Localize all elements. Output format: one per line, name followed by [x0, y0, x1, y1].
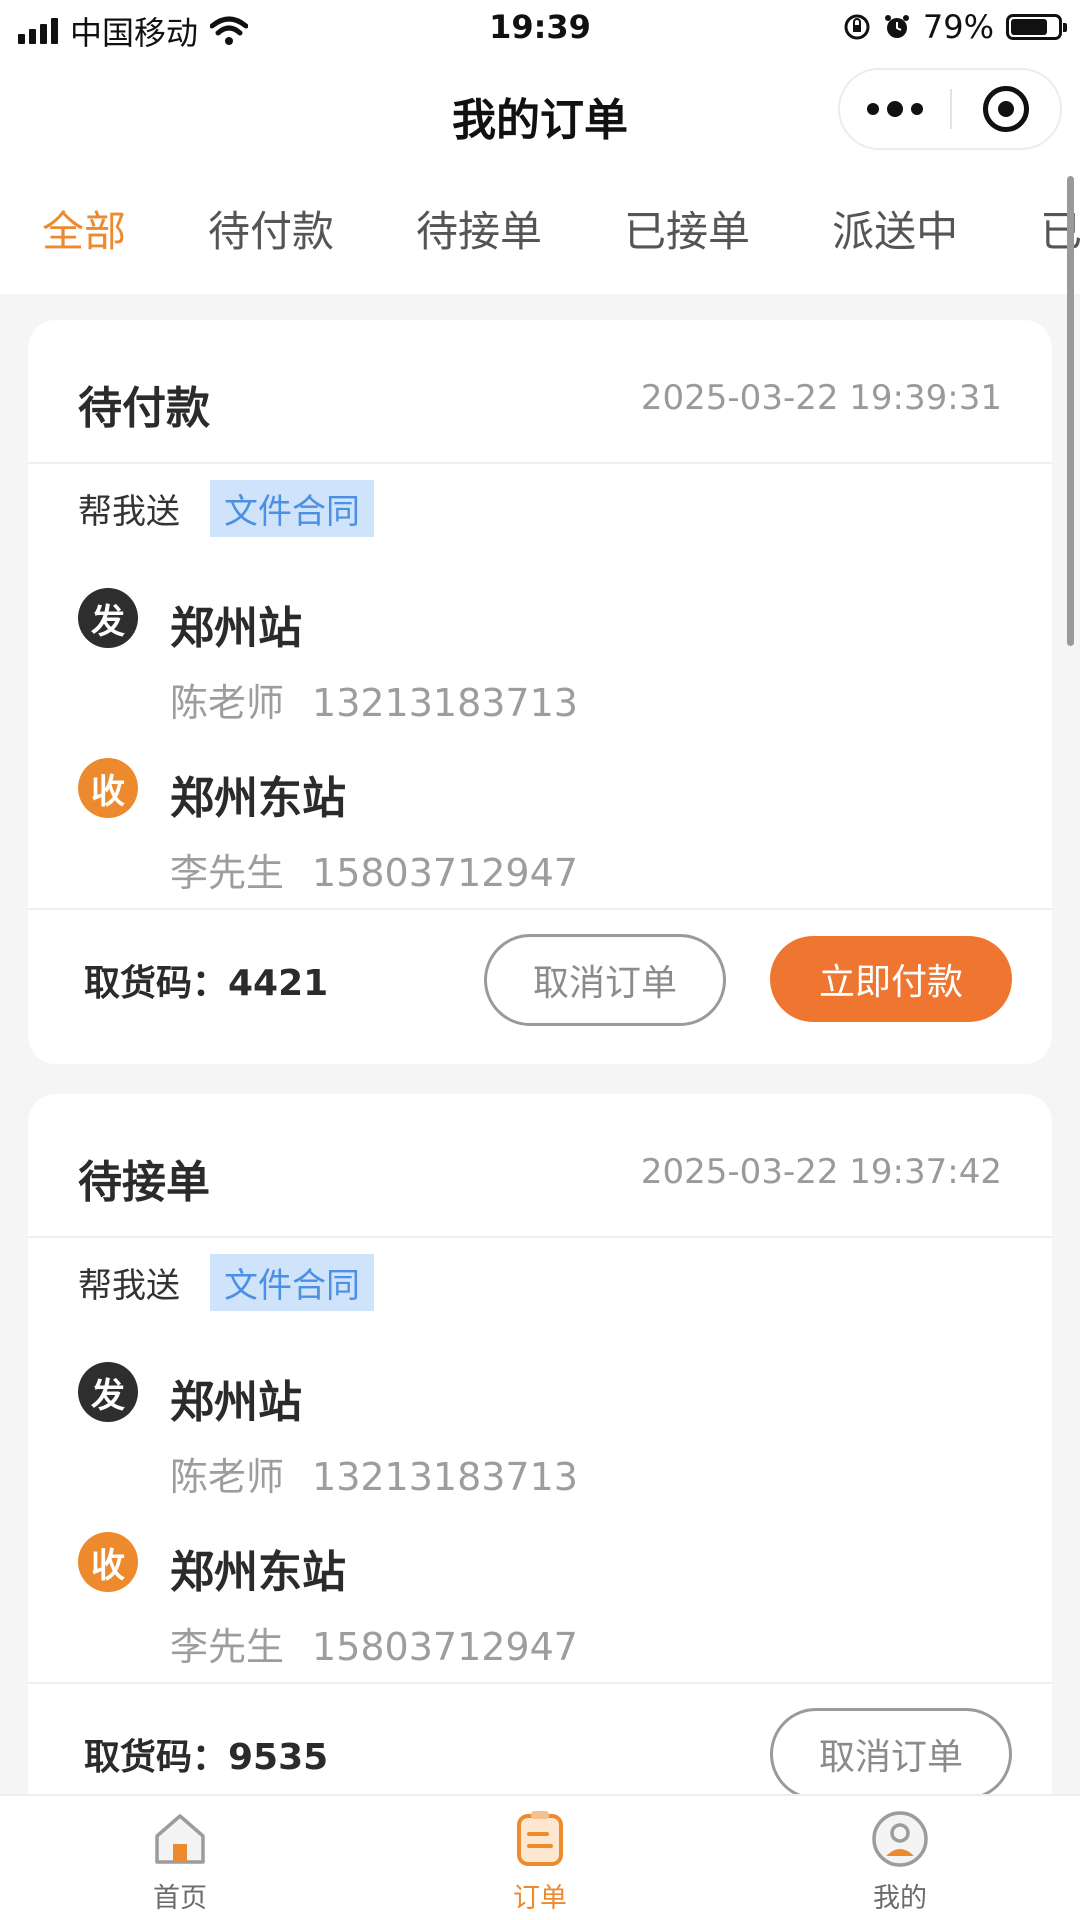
order-card[interactable]: 待接单 2025-03-22 19:37:42 帮我送 文件合同 发 郑州站 陈… [28, 1094, 1052, 1874]
sender-phone: 13213183713 [312, 1455, 578, 1499]
order-card-header: 待接单 2025-03-22 19:37:42 [28, 1094, 1052, 1238]
receiver-name: 李先生 [170, 1625, 285, 1669]
more-dot-icon [887, 101, 903, 117]
tabbar-label-orders: 订单 [513, 1883, 567, 1914]
cancel-order-button[interactable]: 取消订单 [484, 934, 726, 1026]
more-dot-icon [911, 103, 923, 115]
sender-station: 郑州站 [170, 603, 302, 654]
more-dot-icon [867, 103, 879, 115]
receiver-phone: 15803712947 [312, 1625, 578, 1669]
navigation-bar: 我的订单 [0, 56, 1080, 162]
sender-contact: 陈老师 13213183713 [170, 672, 578, 727]
order-status: 待接单 [78, 1157, 210, 1208]
mini-program-capsule [838, 68, 1062, 150]
tab-pending-accept[interactable]: 待接单 [416, 198, 542, 259]
receiver-phone: 15803712947 [312, 851, 578, 895]
tabbar-item-profile[interactable]: 我的 [720, 1796, 1080, 1920]
receiver-station: 郑州东站 [170, 1547, 346, 1598]
tab-delivering[interactable]: 派送中 [832, 198, 958, 259]
sender-station: 郑州站 [170, 1377, 302, 1428]
tab-pending-payment[interactable]: 待付款 [208, 198, 334, 259]
close-mini-program-button[interactable] [952, 70, 1060, 148]
pickup-code: 取货码：4421 [84, 963, 329, 1004]
tabbar-item-orders[interactable]: 订单 [360, 1796, 720, 1920]
status-bar: 中国移动 19:39 79% [0, 0, 1080, 56]
order-list-page: 中国移动 19:39 79% 我的订单 全部 待付款 待接单 已接单 派送中 已… [0, 0, 1080, 1920]
receiver-contact: 李先生 15803712947 [170, 842, 578, 897]
battery-level [1011, 19, 1048, 35]
service-type: 帮我送 [78, 492, 180, 532]
alarm-icon [884, 15, 909, 38]
sender-contact: 陈老师 13213183713 [170, 1446, 578, 1501]
pickup-code: 取货码：9535 [84, 1737, 329, 1778]
profile-icon [872, 1811, 928, 1867]
rotation-lock-icon [844, 14, 870, 40]
target-icon [983, 86, 1029, 132]
tab-completed-partial[interactable]: 已 [1040, 198, 1080, 259]
status-right: 79% [843, 8, 1067, 46]
scrollbar[interactable] [1067, 176, 1074, 646]
receiver-badge-icon: 收 [78, 758, 138, 818]
battery-icon [1006, 14, 1067, 40]
order-card[interactable]: 待付款 2025-03-22 19:39:31 帮我送 文件合同 发 郑州站 陈… [28, 320, 1052, 1064]
sender-phone: 13213183713 [312, 681, 578, 725]
home-icon [155, 1814, 205, 1864]
receiver-badge-icon: 收 [78, 1532, 138, 1592]
cancel-order-button[interactable]: 取消订单 [770, 1708, 1012, 1800]
service-row: 帮我送 文件合同 [78, 480, 374, 537]
service-row: 帮我送 文件合同 [78, 1254, 374, 1311]
receiver-contact: 李先生 15803712947 [170, 1616, 578, 1671]
battery-percent: 79% [922, 8, 994, 46]
sender-badge-icon: 发 [78, 1362, 138, 1422]
order-icon [517, 1811, 563, 1866]
tabbar-label-home: 首页 [153, 1883, 207, 1914]
service-type: 帮我送 [78, 1266, 180, 1306]
tab-all[interactable]: 全部 [42, 198, 126, 259]
tabbar-label-profile: 我的 [873, 1883, 927, 1914]
more-button[interactable] [840, 70, 950, 148]
tab-accepted[interactable]: 已接单 [624, 198, 750, 259]
order-status-tabs: 全部 待付款 待接单 已接单 派送中 已 [0, 162, 1080, 294]
sender-badge-icon: 发 [78, 588, 138, 648]
bottom-tab-bar: 首页 订单 我的 [0, 1794, 1080, 1920]
item-tag: 文件合同 [210, 480, 374, 537]
order-time: 2025-03-22 19:39:31 [640, 378, 1002, 418]
order-status: 待付款 [78, 383, 210, 434]
item-tag: 文件合同 [210, 1254, 374, 1311]
order-card-footer: 取货码：4421 取消订单 立即付款 [28, 908, 1052, 1064]
tabbar-item-home[interactable]: 首页 [0, 1796, 360, 1920]
pay-now-button[interactable]: 立即付款 [770, 936, 1012, 1022]
order-card-header: 待付款 2025-03-22 19:39:31 [28, 320, 1052, 464]
receiver-station: 郑州东站 [170, 773, 346, 824]
receiver-name: 李先生 [170, 851, 285, 895]
order-time: 2025-03-22 19:37:42 [640, 1152, 1002, 1192]
sender-name: 陈老师 [170, 681, 285, 725]
sender-name: 陈老师 [170, 1455, 285, 1499]
